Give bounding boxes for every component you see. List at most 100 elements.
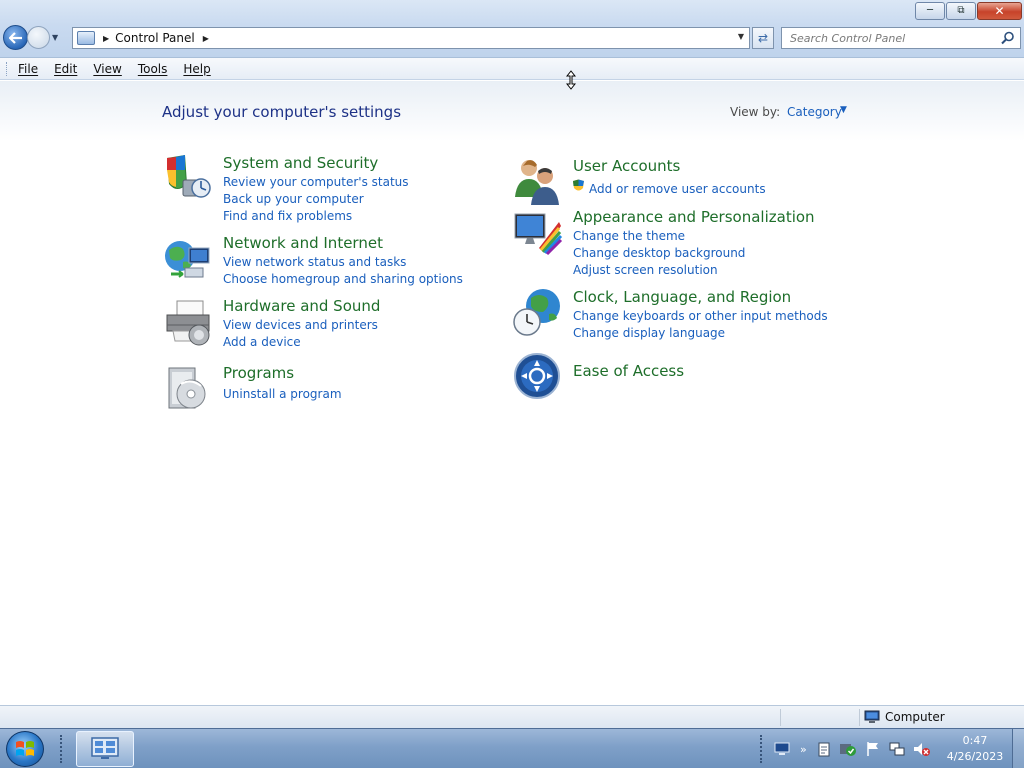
menu-bar: File Edit View Tools Help [0,58,1024,80]
view-by-dropdown[interactable]: Category [787,105,842,119]
status-divider [780,709,781,726]
status-location-text: Computer [885,710,945,724]
taskbar: » 0:47 4/26/2023 [0,728,1024,768]
taskbar-grip[interactable] [760,735,764,763]
clock-date: 4/26/2023 [946,750,1004,763]
uac-shield-icon [573,179,584,191]
refresh-icon: ⇄ [757,31,769,45]
recent-pages-dropdown-icon[interactable]: ▼ [52,33,62,42]
taskbar-clock[interactable]: 0:47 4/26/2023 [944,733,1006,765]
link-desktop-background[interactable]: Change desktop background [573,246,745,260]
control-panel-content: Adjust your computer's settings View by:… [0,81,1024,705]
status-location: Computer [864,710,945,724]
link-network-status[interactable]: View network status and tasks [223,255,406,269]
show-desktop-button[interactable] [1012,729,1024,768]
search-icon[interactable] [1001,31,1015,45]
link-back-up-computer[interactable]: Back up your computer [223,192,364,206]
close-icon: ✕ [994,4,1005,18]
show-hidden-icons-icon[interactable]: » [800,743,807,756]
taskbar-control-panel-button[interactable] [76,731,134,767]
control-panel-icon [91,737,119,759]
monitor-palette-icon [514,213,563,256]
view-by-label: View by: [730,105,781,119]
status-bar: Computer [0,705,1024,728]
menu-tools[interactable]: Tools [138,62,168,76]
category-ease-of-access: Ease of Access [513,352,813,402]
breadcrumb-control-panel[interactable]: Control Panel [115,31,195,45]
category-title-network-internet[interactable]: Network and Internet [223,234,383,252]
shield-icon [167,155,211,198]
system-tray: » [770,729,935,768]
address-bar[interactable]: ▶ Control Panel ▶ ▼ [72,27,750,49]
breadcrumb-arrow-icon[interactable]: ▶ [103,34,109,43]
search-box[interactable] [781,27,1021,49]
programs-disc-icon [168,367,206,409]
desktop-toolbar-icon[interactable] [774,742,790,756]
breadcrumb-arrow-icon[interactable]: ▶ [203,34,209,43]
back-arrow-icon [8,31,22,44]
clock-time: 0:47 [962,734,988,747]
globe-network-icon [165,241,210,278]
category-hardware-sound: Hardware and Sound View devices and prin… [163,297,463,357]
control-panel-icon [77,31,95,45]
window-chrome: ─ ⧉ ✕ ▼ ▶ Control Panel ▶ ▼ ⇄ [0,0,1024,58]
category-system-security: System and Security Review your computer… [163,154,463,224]
search-input[interactable] [782,28,992,48]
navigation-buttons: ▼ [3,25,62,50]
link-screen-resolution[interactable]: Adjust screen resolution [573,263,718,277]
users-icon [515,160,559,205]
category-title-clock-language-region[interactable]: Clock, Language, and Region [573,288,791,306]
clock-globe-icon [513,289,560,336]
ease-of-access-icon [514,353,560,399]
link-add-device[interactable]: Add a device [223,335,301,349]
link-change-theme[interactable]: Change the theme [573,229,685,243]
category-network-internet: Network and Internet View network status… [163,234,463,294]
start-button[interactable] [6,731,44,767]
taskbar-grip[interactable] [60,735,64,763]
category-title-appearance[interactable]: Appearance and Personalization [573,208,815,226]
maximize-icon: ⧉ [957,5,965,16]
printer-icon [166,300,210,346]
computer-icon [864,710,880,723]
category-title-programs[interactable]: Programs [223,364,294,382]
network-icon[interactable] [889,741,905,757]
category-programs: Programs Uninstall a program [163,364,463,416]
forward-button[interactable] [27,26,50,49]
category-user-accounts: User Accounts Add or remove user account… [513,157,813,205]
menu-file[interactable]: File [18,62,38,76]
category-title-user-accounts[interactable]: User Accounts [573,157,680,175]
category-title-hardware-sound[interactable]: Hardware and Sound [223,297,380,315]
menu-view[interactable]: View [93,62,121,76]
menu-help[interactable]: Help [183,62,210,76]
category-clock-language-region: Clock, Language, and Region Change keybo… [513,288,828,343]
link-homegroup-sharing[interactable]: Choose homegroup and sharing options [223,272,463,286]
link-devices-printers[interactable]: View devices and printers [223,318,378,332]
security-check-icon[interactable] [839,741,857,757]
action-center-flag-icon[interactable] [865,741,881,757]
close-button[interactable]: ✕ [977,2,1022,20]
status-divider [859,709,860,726]
volume-muted-icon[interactable] [913,741,931,757]
category-appearance: Appearance and Personalization Change th… [513,208,815,278]
back-button[interactable] [3,25,28,50]
link-uninstall-program[interactable]: Uninstall a program [223,387,342,401]
caption-buttons: ─ ⧉ ✕ [915,2,1022,20]
link-display-language[interactable]: Change display language [573,326,725,340]
link-find-fix-problems[interactable]: Find and fix problems [223,209,352,223]
windows-logo-icon [16,741,34,756]
maximize-button[interactable]: ⧉ [946,2,976,20]
minimize-icon: ─ [926,5,934,16]
link-add-remove-users[interactable]: Add or remove user accounts [589,182,766,196]
view-by-caret-icon[interactable]: ▼ [840,105,847,115]
category-title-system-security[interactable]: System and Security [223,154,378,172]
resize-cursor-icon [566,70,576,90]
minimize-button[interactable]: ─ [915,2,945,20]
link-review-status[interactable]: Review your computer's status [223,175,409,189]
address-dropdown-icon[interactable]: ▼ [738,32,744,41]
menu-edit[interactable]: Edit [54,62,77,76]
page-title: Adjust your computer's settings [162,103,402,121]
refresh-button[interactable]: ⇄ [752,27,774,49]
link-change-keyboards[interactable]: Change keyboards or other input methods [573,309,828,323]
category-title-ease-of-access[interactable]: Ease of Access [573,362,684,380]
clipboard-icon[interactable] [817,741,831,757]
